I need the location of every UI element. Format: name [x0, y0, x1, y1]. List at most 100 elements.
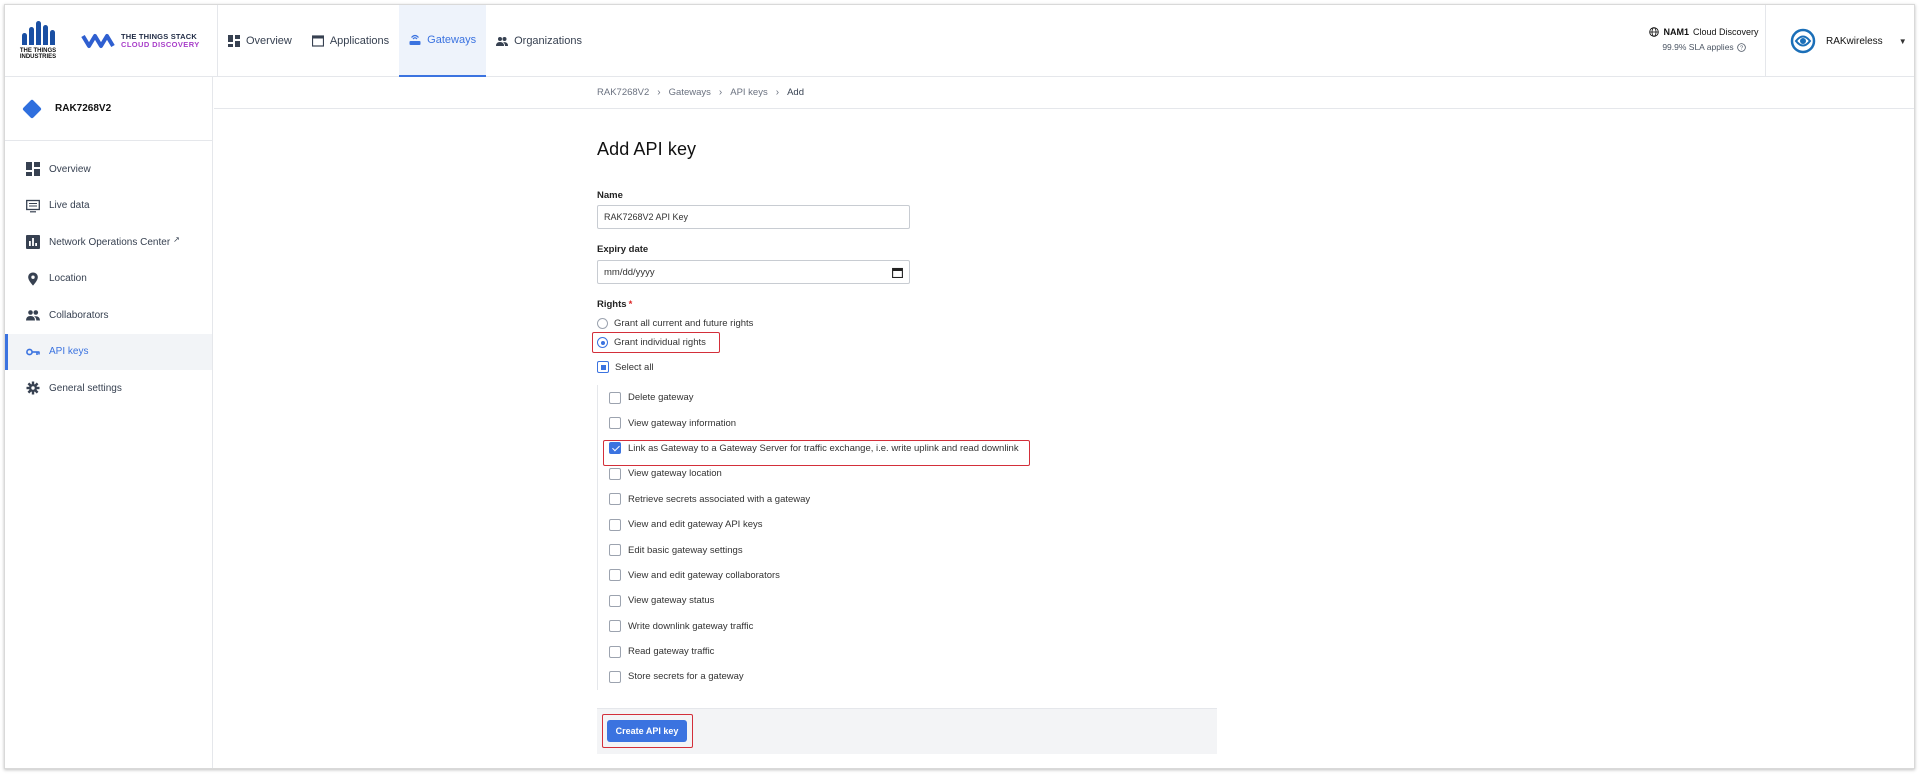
- checkbox[interactable]: [609, 417, 621, 430]
- right-label: View and edit gateway API keys: [628, 519, 763, 531]
- page-title: Add API key: [597, 139, 697, 159]
- sidebar-item-overview[interactable]: Overview: [5, 151, 212, 188]
- rights-label: Rights *: [597, 299, 632, 310]
- sidebar-gateway-header: RAK7268V2: [5, 77, 212, 141]
- breadcrumb: RAK7268V2 › Gateways › API keys › Add: [214, 77, 1914, 109]
- cluster-indicator[interactable]: NAM1 Cloud Discovery 99.9% SLA applies ?: [1645, 27, 1763, 52]
- checkbox[interactable]: [609, 442, 621, 455]
- rakwireless-avatar-icon: [1790, 28, 1816, 54]
- right-link-gateway-server[interactable]: Link as Gateway to a Gateway Server for …: [598, 436, 1217, 461]
- checkbox[interactable]: [609, 620, 621, 633]
- sidebar-item-live-data[interactable]: Live data: [5, 188, 212, 225]
- right-store-secrets[interactable]: Store secrets for a gateway: [598, 664, 1217, 689]
- dashboard-icon: [26, 162, 40, 177]
- help-icon[interactable]: ?: [1736, 42, 1746, 52]
- radio-button[interactable]: [597, 337, 608, 348]
- right-label: Write downlink gateway traffic: [628, 620, 754, 632]
- right-retrieve-secrets[interactable]: Retrieve secrets associated with a gatew…: [598, 487, 1217, 512]
- expiry-date-label: Expiry date: [597, 244, 649, 255]
- people-icon: [26, 310, 40, 321]
- radio-grant-all[interactable]: Grant all current and future rights: [597, 318, 753, 329]
- chevron-right-icon: ›: [775, 87, 780, 98]
- external-link-icon: ↗: [173, 234, 180, 244]
- right-view-gateway-location[interactable]: View gateway location: [598, 461, 1217, 486]
- checkbox[interactable]: [609, 518, 621, 531]
- checkbox[interactable]: [609, 670, 621, 683]
- nav-tab-gateways[interactable]: Gateways: [399, 5, 487, 77]
- sidebar-item-location[interactable]: Location: [5, 261, 212, 298]
- sidebar-item-label: Overview: [49, 163, 91, 175]
- checkbox[interactable]: [609, 467, 621, 480]
- tti-logo[interactable]: THE THINGS INDUSTRIES: [15, 21, 61, 65]
- checkbox[interactable]: [609, 391, 621, 404]
- top-navigation: Overview Applications Gateways Organizat…: [217, 5, 592, 77]
- right-label: Retrieve secrets associated with a gatew…: [628, 493, 811, 505]
- user-name: RAKwireless: [1826, 35, 1883, 47]
- sla-text: 99.9% SLA applies: [1662, 42, 1734, 52]
- nav-tab-label: Gateways: [427, 34, 477, 46]
- right-view-edit-api-keys[interactable]: View and edit gateway API keys: [598, 512, 1217, 537]
- stack-subtitle: CLOUD DISCOVERY: [121, 40, 200, 49]
- checkbox[interactable]: [609, 493, 621, 506]
- nav-tab-applications[interactable]: Applications: [302, 5, 399, 77]
- expiry-date-placeholder: mm/dd/yyyy: [604, 266, 655, 278]
- radio-grant-individual[interactable]: Grant individual rights: [597, 337, 706, 348]
- create-api-key-button[interactable]: Create API key: [607, 720, 687, 742]
- breadcrumb-item-api-keys[interactable]: API keys: [730, 87, 768, 98]
- right-edit-basic-settings[interactable]: Edit basic gateway settings: [598, 537, 1217, 562]
- sidebar-item-label: Location: [49, 273, 87, 285]
- right-label: Link as Gateway to a Gateway Server for …: [628, 442, 1019, 454]
- right-view-edit-collaborators[interactable]: View and edit gateway collaborators: [598, 563, 1217, 588]
- name-label: Name: [597, 190, 623, 201]
- gear-icon: [26, 381, 40, 395]
- sidebar-item-collaborators[interactable]: Collaborators: [5, 297, 212, 334]
- right-view-gateway-status[interactable]: View gateway status: [598, 588, 1217, 613]
- cluster-name: NAM1: [1663, 27, 1689, 37]
- nav-tab-label: Organizations: [514, 35, 582, 47]
- breadcrumb-item-gateway[interactable]: RAK7268V2: [597, 87, 649, 98]
- radio-label: Grant all current and future rights: [614, 318, 754, 329]
- nav-tab-overview[interactable]: Overview: [218, 5, 302, 77]
- right-write-downlink[interactable]: Write downlink gateway traffic: [598, 614, 1217, 639]
- right-view-gateway-information[interactable]: View gateway information: [598, 410, 1217, 435]
- checkbox[interactable]: [609, 645, 621, 658]
- checkbox[interactable]: [609, 544, 621, 557]
- right-label: View gateway location: [628, 468, 722, 480]
- people-icon: [496, 37, 509, 46]
- nav-tab-label: Overview: [246, 35, 292, 47]
- top-header: THE THINGS INDUSTRIES THE THINGS STACK C…: [5, 5, 1914, 77]
- chevron-right-icon: ›: [657, 87, 661, 98]
- select-all-checkbox[interactable]: Select all: [597, 361, 654, 373]
- checkbox-label: Select all: [615, 361, 654, 373]
- radio-button[interactable]: [597, 318, 608, 329]
- things-stack-logo[interactable]: THE THINGS STACK CLOUD DISCOVERY: [81, 32, 200, 50]
- globe-icon: [1649, 27, 1660, 37]
- chevron-right-icon: ›: [718, 87, 723, 98]
- name-input[interactable]: RAK7268V2 API Key: [597, 205, 910, 229]
- right-delete-gateway[interactable]: Delete gateway: [598, 385, 1217, 410]
- right-label: View gateway information: [628, 417, 737, 429]
- sidebar-item-network-operations-center[interactable]: Network Operations Center ↗: [5, 224, 212, 261]
- sidebar-item-label: Collaborators: [49, 309, 109, 321]
- expiry-date-input[interactable]: mm/dd/yyyy: [597, 260, 910, 284]
- user-menu[interactable]: RAKwireless ▼: [1765, 5, 1914, 77]
- window-icon: [311, 35, 324, 47]
- radio-label: Grant individual rights: [614, 337, 706, 348]
- dashboard-icon: [228, 35, 240, 47]
- things-stack-waves-icon: [81, 34, 115, 48]
- router-icon: [409, 34, 421, 45]
- gateway-icon: [22, 98, 42, 119]
- right-label: Store secrets for a gateway: [628, 671, 744, 683]
- checkbox[interactable]: [609, 594, 621, 607]
- right-read-traffic[interactable]: Read gateway traffic: [598, 639, 1217, 664]
- sidebar-item-api-keys[interactable]: API keys: [5, 333, 212, 370]
- right-label: Read gateway traffic: [628, 646, 715, 658]
- breadcrumb-item-gateways[interactable]: Gateways: [669, 87, 711, 98]
- nav-tab-organizations[interactable]: Organizations: [486, 5, 592, 77]
- sidebar-item-general-settings[interactable]: General settings: [5, 370, 212, 407]
- sidebar: RAK7268V2 Overview Live data Network Ope…: [5, 77, 213, 768]
- checkbox[interactable]: [609, 569, 621, 582]
- app-window: THE THINGS INDUSTRIES THE THINGS STACK C…: [4, 4, 1915, 769]
- calendar-icon[interactable]: [892, 267, 903, 278]
- checkbox[interactable]: [597, 361, 609, 373]
